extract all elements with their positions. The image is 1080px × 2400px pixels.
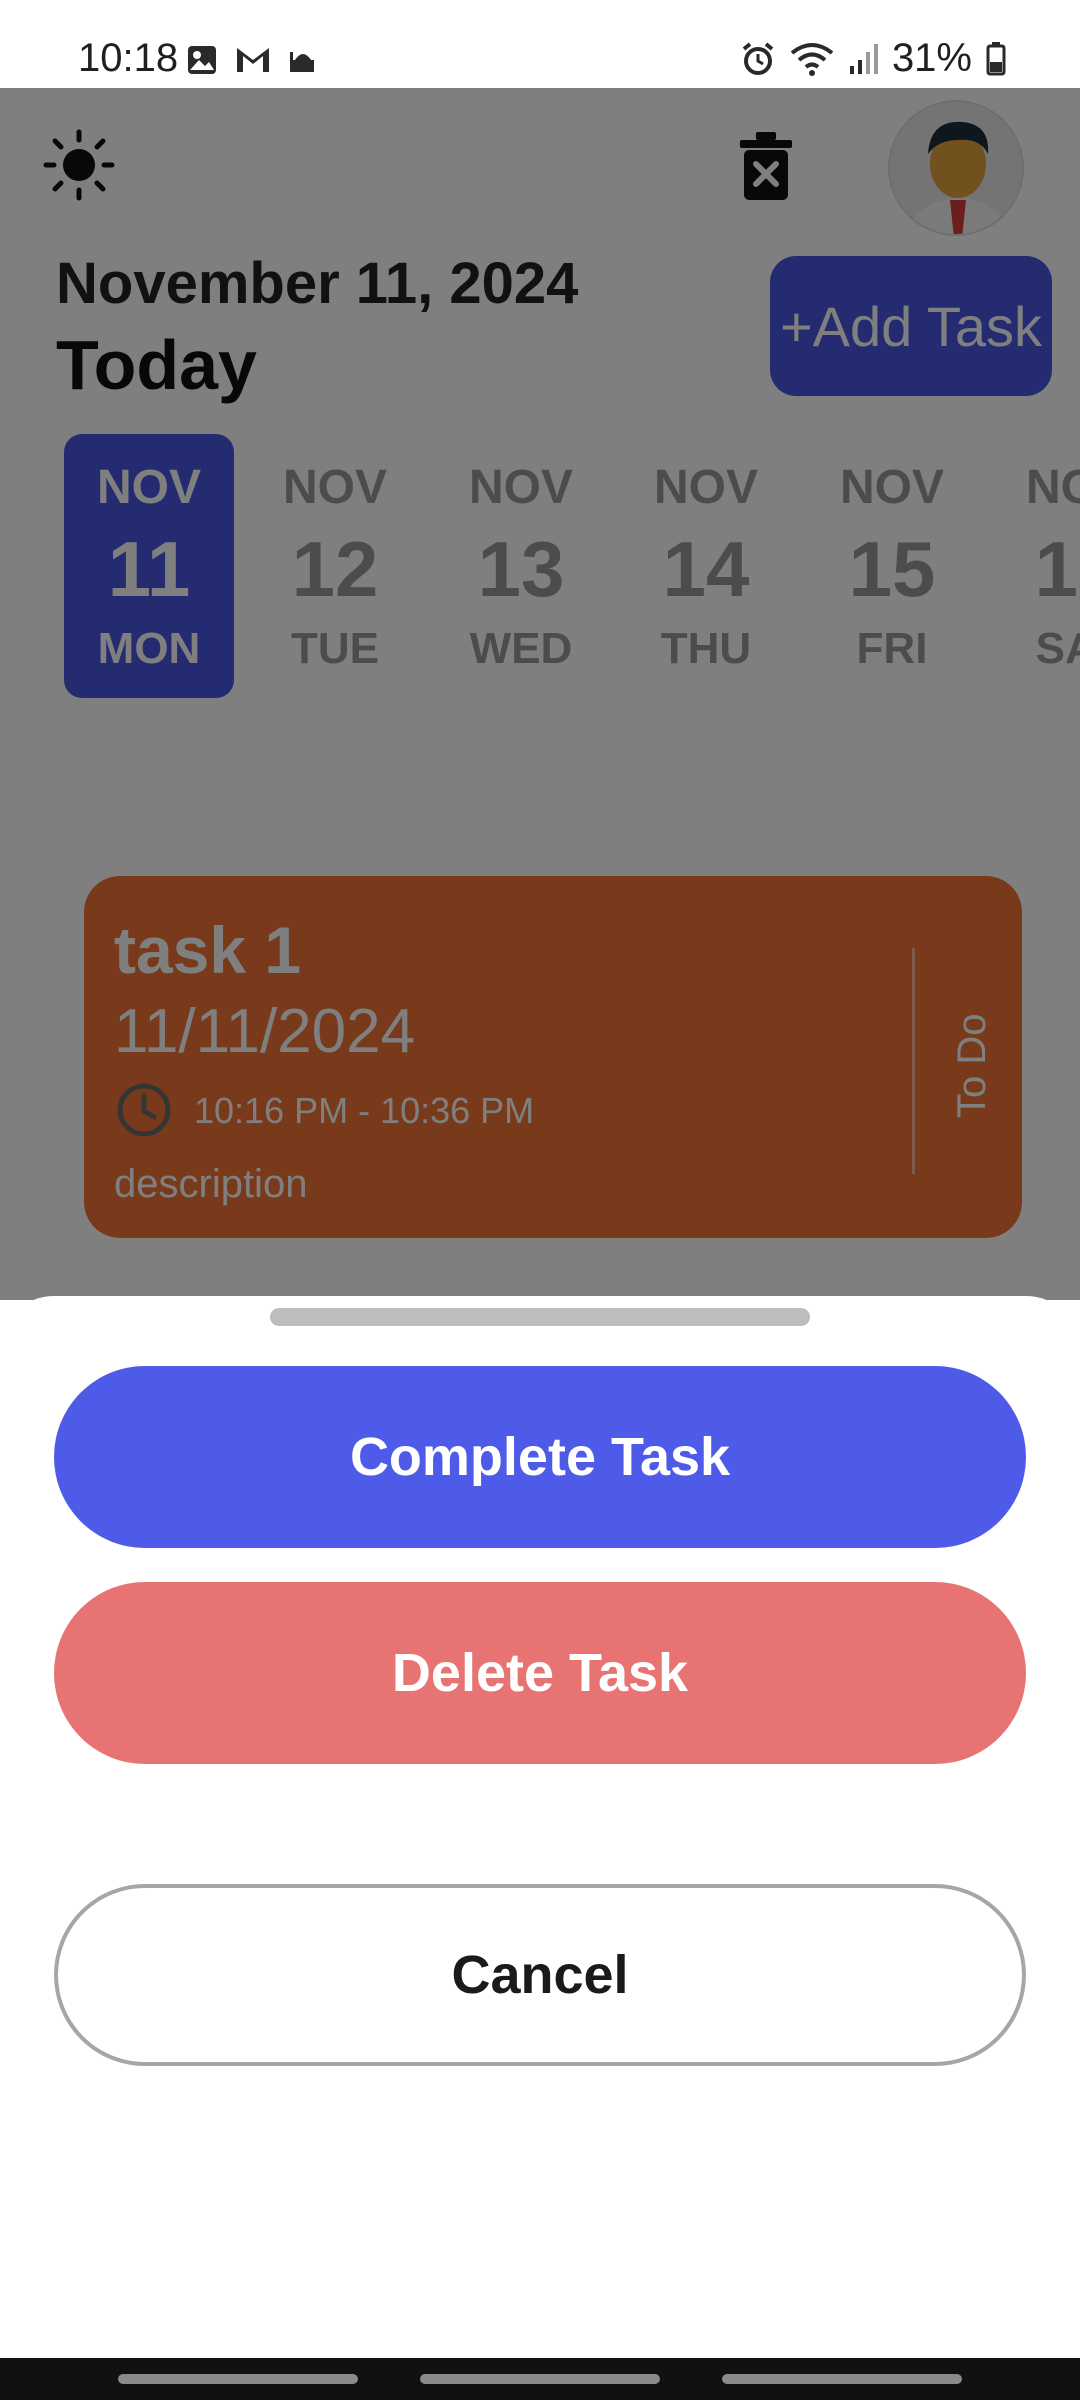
nav-recents[interactable] [118, 2374, 358, 2384]
gmail-icon [237, 48, 269, 72]
system-nav-bar [0, 2358, 1080, 2400]
status-bar: 10:18 31% [0, 0, 1080, 88]
mosque-icon [290, 52, 314, 72]
sheet-drag-handle[interactable] [270, 1308, 810, 1326]
status-time: 10:18 [78, 36, 179, 80]
delete-task-button[interactable]: Delete Task [54, 1582, 1026, 1764]
battery-icon [986, 41, 1006, 75]
gallery-icon [188, 46, 216, 74]
alarm-icon [742, 41, 774, 75]
battery-percent: 31% [891, 36, 972, 80]
complete-task-button[interactable]: Complete Task [54, 1366, 1026, 1548]
status-icons-right: 31% [740, 36, 1006, 81]
cancel-button[interactable]: Cancel [54, 1884, 1026, 2066]
signal-icon [849, 43, 878, 74]
bottom-sheet: Complete Task Delete Task Cancel [0, 1296, 1080, 2358]
nav-back[interactable] [722, 2374, 962, 2384]
wifi-icon [790, 42, 834, 76]
nav-home[interactable] [420, 2374, 660, 2384]
modal-scrim[interactable] [0, 88, 1080, 1300]
status-icons-left [186, 44, 318, 76]
